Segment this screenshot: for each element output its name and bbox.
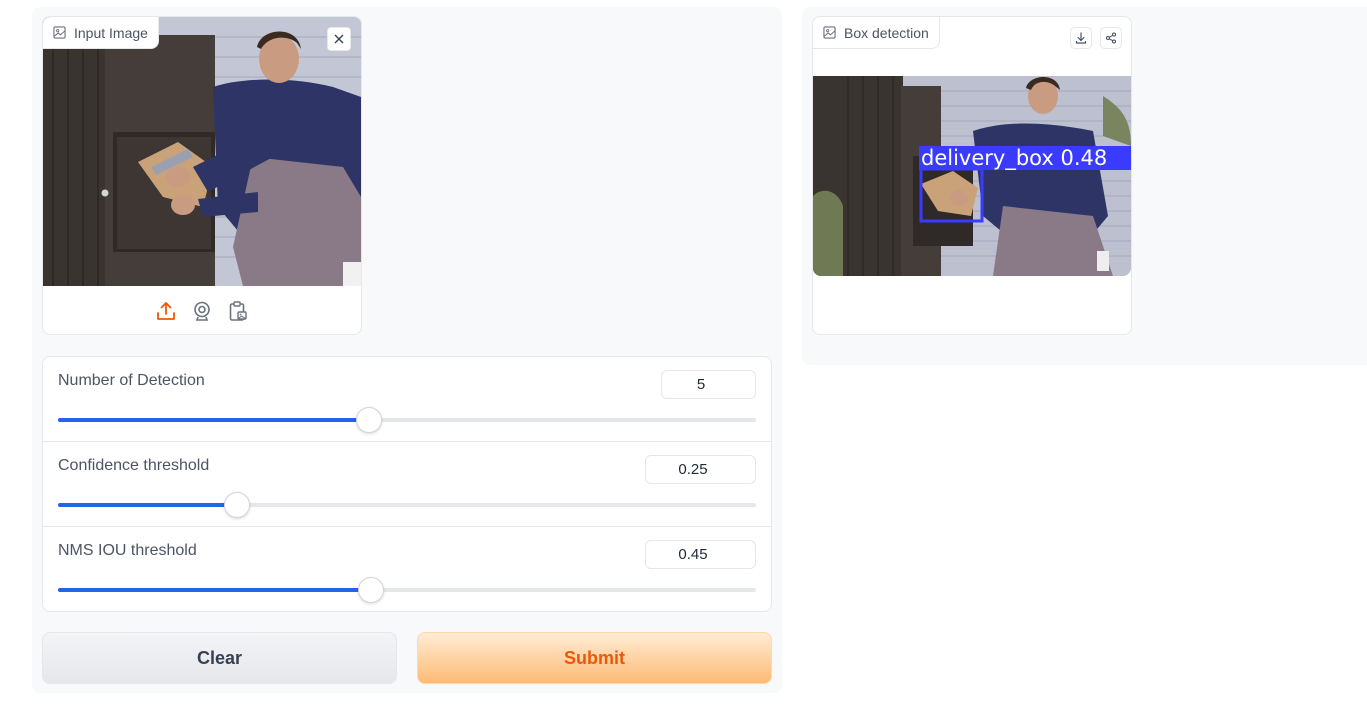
output-image-label: Box detection	[844, 24, 929, 41]
upload-button[interactable]	[155, 300, 177, 322]
slider-label: Confidence threshold	[58, 457, 210, 474]
slider-thumb[interactable]	[358, 577, 385, 603]
input-image-label-tab: Input Image	[43, 17, 159, 49]
output-panel: Box detection delivery_box 0.48	[802, 7, 1367, 365]
close-icon	[334, 34, 344, 44]
input-photo	[43, 17, 361, 286]
output-image-block: Box detection delivery_box 0.48	[812, 16, 1132, 335]
output-photo: delivery_box 0.48	[813, 76, 1131, 276]
webcam-button[interactable]	[191, 300, 213, 322]
output-photo-art: delivery_box 0.48	[813, 76, 1131, 276]
slider-thumb[interactable]	[224, 492, 251, 518]
clipboard-icon	[229, 301, 247, 321]
slider-track[interactable]	[58, 492, 756, 518]
share-icon	[1105, 32, 1117, 44]
download-button[interactable]	[1070, 27, 1092, 49]
confidence-threshold-input[interactable]	[645, 455, 756, 484]
slider-number-of-detection: Number of Detection	[43, 357, 771, 442]
slider-nms-iou-threshold: NMS IOU threshold	[43, 527, 771, 611]
slider-label: NMS IOU threshold	[58, 542, 197, 559]
image-icon	[823, 26, 836, 39]
paste-clipboard-button[interactable]	[227, 300, 249, 322]
parameter-sliders: Number of Detection Confidence threshold…	[42, 356, 772, 612]
number-of-detection-input[interactable]	[661, 370, 756, 399]
slider-track[interactable]	[58, 407, 756, 433]
input-panel: Input Image Number of Detection 5 Confid…	[32, 7, 782, 693]
upload-icon	[157, 302, 175, 320]
slider-fill	[58, 418, 370, 422]
share-button[interactable]	[1100, 27, 1122, 49]
clear-image-button[interactable]	[327, 27, 351, 51]
submit-button[interactable]: Submit	[417, 632, 772, 684]
input-image-label: Input Image	[74, 24, 148, 41]
detection-label: delivery_box 0.48	[921, 146, 1107, 171]
slider-fill	[58, 503, 238, 507]
image-source-bar	[43, 293, 361, 329]
clear-button[interactable]: Clear	[42, 632, 397, 684]
webcam-icon	[194, 301, 210, 321]
slider-thumb[interactable]	[356, 407, 383, 433]
download-icon	[1075, 32, 1087, 44]
output-image-label-tab: Box detection	[813, 17, 940, 49]
slider-confidence-threshold: Confidence threshold	[43, 442, 771, 527]
input-image-block[interactable]: Input Image	[42, 16, 362, 335]
input-photo-art	[43, 17, 361, 286]
nms-iou-threshold-input[interactable]	[645, 540, 756, 569]
slider-track[interactable]	[58, 577, 756, 603]
image-icon	[53, 26, 66, 39]
slider-fill	[58, 588, 372, 592]
slider-label: Number of Detection	[58, 372, 205, 389]
